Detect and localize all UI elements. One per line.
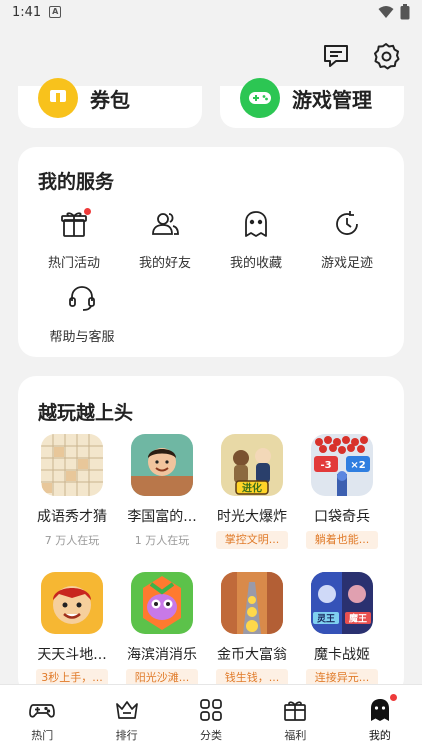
coupon-label: 券包	[90, 87, 130, 112]
tab-mine-badge	[389, 694, 397, 701]
gamepad-icon	[240, 78, 280, 118]
game-item[interactable]: 成语秀才猜 7 万人在玩	[30, 434, 114, 548]
tab-category-label: 分类	[200, 729, 223, 742]
king-two-text: 魔王	[348, 613, 367, 625]
status-time: 1:41	[12, 4, 42, 20]
service-label-events: 热门活动	[47, 256, 100, 271]
service-label-help: 帮助与客服	[49, 330, 115, 345]
tab-mine[interactable]: 我的	[338, 685, 422, 750]
game-name: 金币大富翁	[217, 647, 287, 663]
minus-three-text: -3	[320, 460, 331, 471]
tab-mine-label: 我的	[368, 729, 391, 742]
game-tag: 躺着也能...	[306, 531, 378, 549]
king-one-text: 灵王	[316, 614, 335, 625]
times-two-text: ×2	[350, 460, 365, 471]
game-players: 1 万人在玩	[134, 534, 190, 547]
tab-category[interactable]: 分类	[169, 685, 253, 750]
gift-icon	[59, 208, 91, 239]
header-actions	[322, 42, 400, 70]
game-item[interactable]: 海滨消消乐 阳光沙滩...	[120, 572, 204, 687]
tab-welfare[interactable]: 福利	[253, 685, 337, 750]
message-icon	[324, 45, 348, 67]
games-title: 越玩越上头	[38, 402, 134, 424]
game-thumbnail	[131, 434, 193, 496]
game-manage-card[interactable]: 游戏管理	[220, 78, 404, 128]
services-title: 我的服务	[38, 171, 115, 193]
friends-icon	[150, 209, 180, 239]
services-section: 我的服务 热门活动 我的好友 我的收藏 游戏足迹 帮助与客服	[18, 147, 404, 357]
tab-ranking[interactable]: 排行	[84, 685, 168, 750]
history-icon	[332, 209, 362, 239]
game-item[interactable]: 李国富的... 1 万人在玩	[120, 434, 204, 548]
service-label-favorites: 我的收藏	[229, 256, 282, 271]
game-thumbnail	[221, 572, 283, 634]
game-name: 天天斗地...	[37, 647, 107, 663]
game-item[interactable]: 进化 时光大爆炸 掌控文明...	[210, 434, 294, 549]
game-name: 海滨消消乐	[127, 647, 197, 663]
game-name: 口袋奇兵	[314, 509, 370, 525]
tab-hot[interactable]: 热门	[0, 685, 84, 750]
tab-hot-label: 热门	[31, 729, 54, 742]
game-name: 时光大爆炸	[217, 509, 287, 525]
game-thumbnail: 灵王 魔王	[311, 572, 373, 634]
coupon-icon	[38, 78, 78, 118]
game-thumbnail	[41, 572, 103, 634]
gear-icon	[374, 43, 400, 70]
service-item-events[interactable]: 热门活动	[34, 208, 114, 271]
gamepad-nav-icon	[29, 697, 56, 723]
games-section: 越玩越上头 成语秀才猜 7 万人在玩 李国富的... 1 万人在玩 进化 时光大…	[18, 376, 404, 696]
game-name: 李国富的...	[127, 509, 197, 525]
game-players: 7 万人在玩	[44, 534, 100, 547]
tab-ranking-label: 排行	[115, 729, 138, 742]
service-item-history[interactable]: 游戏足迹	[307, 209, 387, 271]
headset-icon	[67, 283, 97, 313]
crown-icon	[114, 697, 140, 723]
service-item-friends[interactable]: 我的好友	[125, 209, 205, 271]
settings-button[interactable]	[372, 42, 400, 70]
game-item[interactable]: 灵王 魔王 魔卡战姬 连接异元...	[300, 572, 384, 687]
tab-welfare-label: 福利	[284, 729, 307, 742]
bottom-nav: 热门 排行 分类 福利 我的	[0, 684, 422, 750]
game-item[interactable]: -3 ×2 口袋奇兵 躺着也能...	[300, 434, 384, 549]
notification-badge-icon: A	[49, 6, 62, 18]
status-bar: 1:41 A	[0, 0, 422, 24]
battery-icon	[400, 4, 410, 20]
coupon-card[interactable]: 券包	[18, 78, 202, 128]
gift-nav-icon	[282, 697, 308, 723]
game-tag: 掌控文明...	[216, 531, 288, 549]
game-thumbnail: -3 ×2	[311, 434, 373, 496]
game-thumbnail: 进化	[221, 434, 283, 496]
service-badge-dot	[84, 208, 91, 215]
evolve-text: 进化	[242, 482, 262, 495]
service-label-history: 游戏足迹	[320, 256, 373, 271]
ghost-nav-icon	[367, 694, 397, 723]
game-thumbnail	[41, 434, 103, 496]
wifi-icon	[378, 6, 394, 18]
ghost-icon	[241, 209, 271, 239]
grid-icon	[198, 697, 224, 723]
message-button[interactable]	[322, 42, 350, 70]
service-item-help[interactable]: 帮助与客服	[42, 283, 122, 345]
service-label-friends: 我的好友	[138, 256, 191, 271]
game-thumbnail	[131, 572, 193, 634]
game-item[interactable]: 天天斗地... 3秒上手，...	[30, 572, 114, 687]
game-name: 魔卡战姬	[314, 647, 370, 663]
service-item-favorites[interactable]: 我的收藏	[216, 209, 296, 271]
game-name: 成语秀才猜	[37, 509, 107, 525]
game-manage-label: 游戏管理	[292, 87, 372, 112]
game-item[interactable]: 金币大富翁 钱生钱，...	[210, 572, 294, 687]
